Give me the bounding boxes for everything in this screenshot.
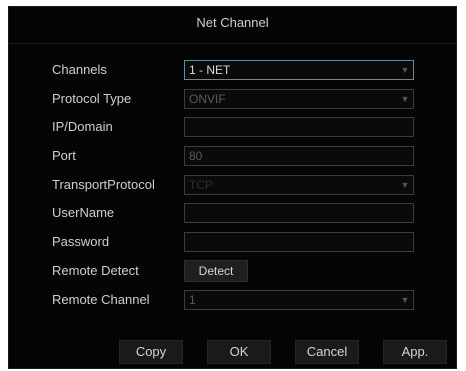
net-channel-dialog: Net Channel Channels 1 - NET ▼ Protocol … — [8, 6, 457, 369]
remote-channel-row: Remote Channel 1 ▼ — [9, 290, 456, 312]
remote-channel-label: Remote Channel — [52, 292, 150, 307]
ip-domain-input[interactable] — [184, 117, 414, 137]
port-value: 80 — [189, 149, 203, 163]
remote-detect-row: Remote Detect Detect — [9, 260, 456, 283]
detect-button[interactable]: Detect — [184, 260, 248, 282]
dialog-button-bar: Copy OK Cancel App. — [119, 340, 449, 364]
password-input[interactable] — [184, 232, 414, 252]
username-row: UserName — [9, 203, 456, 225]
protocol-type-label: Protocol Type — [52, 91, 132, 106]
chevron-down-icon[interactable]: ▼ — [400, 295, 410, 305]
port-row: Port 80 — [9, 146, 456, 168]
chevron-down-icon[interactable]: ▼ — [400, 94, 410, 104]
transport-protocol-row: TransportProtocol TCP ▼ — [9, 175, 456, 197]
transport-protocol-select[interactable]: TCP ▼ — [184, 175, 414, 195]
chevron-down-icon[interactable]: ▼ — [400, 65, 410, 75]
port-label: Port — [52, 148, 76, 163]
protocol-type-select[interactable]: ONVIF ▼ — [184, 89, 414, 109]
remote-channel-select[interactable]: 1 ▼ — [184, 290, 414, 310]
password-row: Password — [9, 232, 456, 254]
cancel-button[interactable]: Cancel — [295, 340, 359, 364]
password-label: Password — [52, 234, 110, 249]
remote-detect-label: Remote Detect — [52, 263, 139, 278]
protocol-type-row: Protocol Type ONVIF ▼ — [9, 89, 456, 111]
transport-protocol-value: TCP — [189, 178, 213, 192]
title-divider — [9, 43, 456, 44]
remote-channel-value: 1 — [189, 293, 196, 307]
username-input[interactable] — [184, 203, 414, 223]
channels-select[interactable]: 1 - NET ▼ — [184, 60, 414, 80]
apply-button[interactable]: App. — [383, 340, 447, 364]
port-input[interactable]: 80 — [184, 146, 414, 166]
ip-domain-row: IP/Domain — [9, 117, 456, 139]
dialog-title: Net Channel — [196, 15, 269, 30]
protocol-type-value: ONVIF — [189, 92, 226, 106]
channels-row: Channels 1 - NET ▼ — [9, 60, 456, 82]
ok-button[interactable]: OK — [207, 340, 271, 364]
ip-domain-label: IP/Domain — [52, 119, 113, 134]
channels-value: 1 - NET — [189, 63, 231, 77]
chevron-down-icon[interactable]: ▼ — [400, 180, 410, 190]
username-label: UserName — [52, 205, 115, 220]
channels-label: Channels — [52, 62, 107, 77]
transport-protocol-label: TransportProtocol — [52, 177, 155, 192]
copy-button[interactable]: Copy — [119, 340, 183, 364]
